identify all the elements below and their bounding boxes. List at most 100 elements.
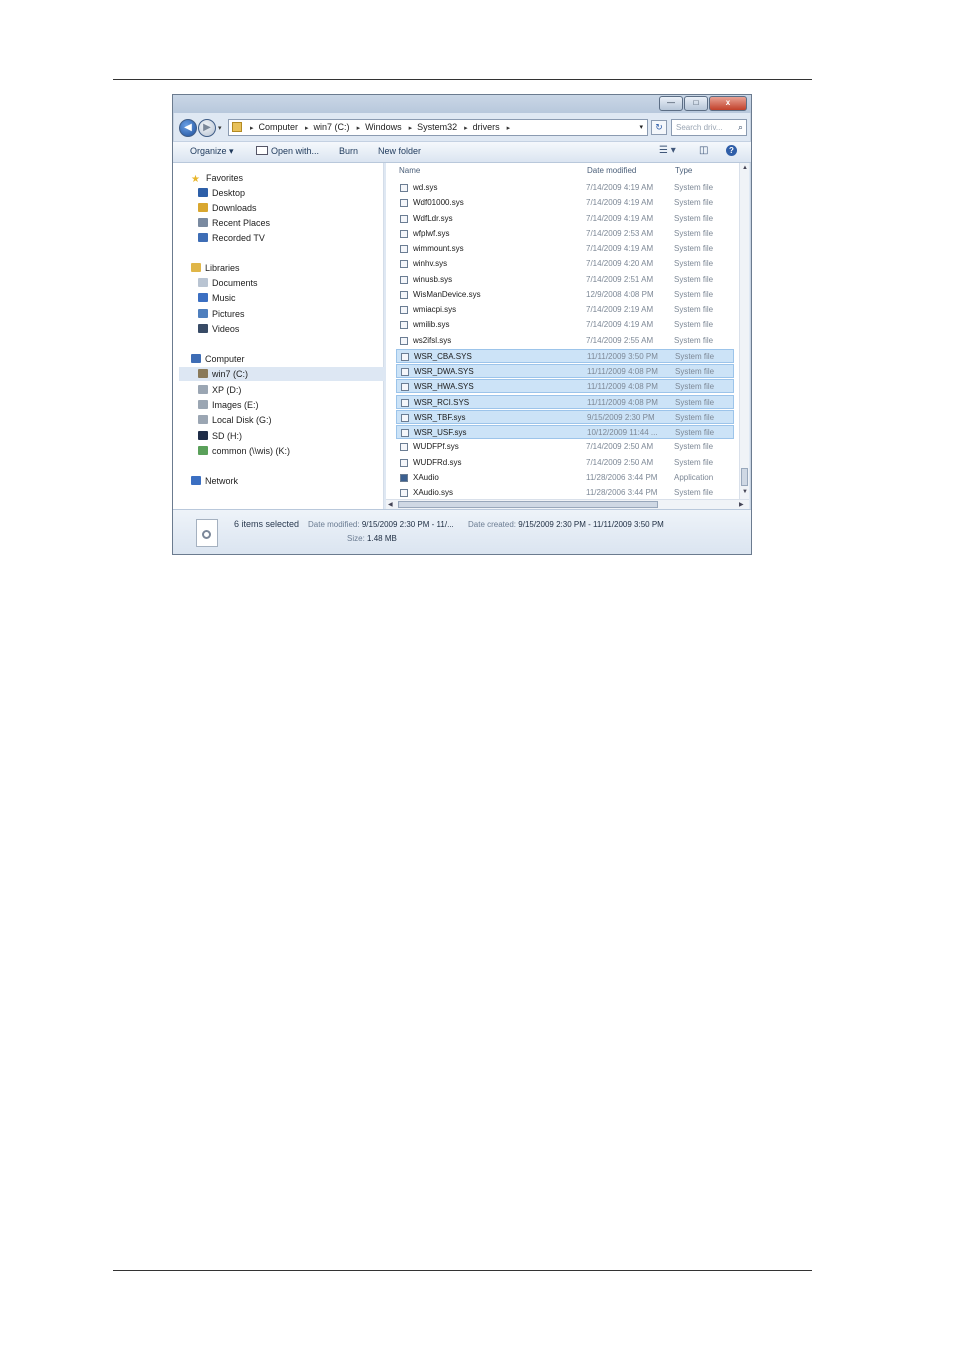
sidebar-item[interactable]: SD (H:) — [198, 429, 242, 443]
breadcrumb-computer[interactable]: Computer — [259, 122, 299, 132]
sidebar-item[interactable]: Videos — [198, 322, 239, 336]
sidebar-item[interactable]: Libraries — [191, 261, 240, 275]
burn-button[interactable]: Burn — [339, 146, 358, 156]
file-type: System file — [674, 320, 714, 330]
breadcrumb-separator-icon[interactable]: ▸ — [464, 125, 468, 132]
system-file-icon — [400, 199, 408, 208]
breadcrumb-system32[interactable]: System32 — [417, 122, 457, 132]
preview-pane-icon[interactable]: ◫ — [699, 145, 708, 156]
libraries-icon — [191, 263, 201, 272]
file-date-modified: 7/14/2009 2:19 AM — [586, 305, 654, 314]
sidebar-item-label: Downloads — [212, 203, 257, 213]
minimize-button[interactable]: — — [659, 96, 683, 111]
file-row[interactable]: ws2ifsl.sys 7/14/2009 2:55 AM System file — [396, 334, 734, 348]
new-folder-button[interactable]: New folder — [378, 146, 421, 156]
file-row[interactable]: WisManDevice.sys 12/9/2008 4:08 PM System … — [396, 288, 734, 302]
file-row[interactable]: WdfLdr.sys 7/14/2009 4:19 AM System file — [396, 212, 734, 226]
search-input[interactable]: Search driv... ⌕ — [671, 119, 747, 136]
breadcrumb-separator-icon[interactable]: ▸ — [250, 125, 254, 132]
change-view-icon[interactable]: ☰ ▾ — [659, 145, 676, 156]
sidebar-item[interactable]: Network — [191, 474, 238, 488]
address-bar[interactable]: ▸ Computer ▸ win7 (C:) ▸ Windows ▸ System32 ▸ dri… — [228, 119, 648, 136]
sidebar-item[interactable]: Recorded TV — [198, 231, 265, 245]
recent-pages-dropdown-icon[interactable]: ▾ — [218, 124, 222, 132]
file-row[interactable]: wmiacpi.sys 7/14/2009 2:19 AM System file — [396, 303, 734, 317]
file-row[interactable]: XAudio 11/28/2006 3:44 PM Application — [396, 471, 734, 485]
file-row[interactable]: WUDFRd.sys 7/14/2009 2:50 AM System file — [396, 456, 734, 470]
sidebar-item[interactable]: common (\\wis) (K:) — [198, 444, 290, 458]
file-row[interactable]: Wdf01000.sys 7/14/2009 4:19 AM System file — [396, 196, 734, 210]
system-file-icon — [401, 383, 409, 392]
organize-button[interactable]: Organize ▾ — [190, 146, 234, 157]
sidebar-item[interactable]: Recent Places — [198, 216, 270, 230]
file-row[interactable]: wfplwf.sys 7/14/2009 2:53 AM System file — [396, 227, 734, 241]
file-row[interactable]: wimmount.sys 7/14/2009 4:19 AM System file — [396, 242, 734, 256]
date-modified-value: 9/15/2009 2:30 PM - 11/... — [361, 520, 454, 529]
file-row[interactable]: WSR_CBA.SYS 11/11/2009 3:50 PM System file — [396, 348, 734, 363]
file-type: System file — [674, 259, 714, 269]
sidebar-item[interactable]: Desktop — [198, 186, 245, 200]
column-header-type[interactable]: Type — [675, 166, 692, 175]
refresh-button[interactable]: ↻ — [651, 120, 667, 135]
file-type: Application — [674, 472, 714, 482]
horizontal-scroll-thumb[interactable] — [398, 501, 658, 508]
breadcrumb-win7[interactable]: win7 (C:) — [314, 122, 350, 132]
sidebar-item[interactable]: Images (E:) — [198, 398, 259, 412]
horizontal-scrollbar[interactable]: ◀ ▶ — [386, 499, 749, 509]
file-row[interactable]: winhv.sys 7/14/2009 4:20 AM System file — [396, 257, 734, 271]
downloads-folder-icon — [198, 203, 208, 212]
sidebar-item[interactable]: Computer — [191, 352, 245, 366]
file-row[interactable]: WSR_RCI.SYS 11/11/2009 4:08 PM System file — [396, 394, 734, 409]
file-row[interactable]: WSR_TBF.sys 9/15/2009 2:30 PM System file — [396, 409, 734, 424]
sidebar-item[interactable]: Music — [198, 291, 236, 305]
file-row[interactable]: WUDFPf.sys 7/14/2009 2:50 AM System file — [396, 440, 734, 454]
scroll-up-icon[interactable]: ▲ — [742, 165, 748, 171]
sidebar-item[interactable]: Documents — [198, 276, 258, 290]
address-dropdown-icon[interactable]: ▾ — [639, 120, 643, 135]
sidebar-item[interactable]: win7 (C:) — [179, 367, 403, 381]
system-file-icon — [400, 321, 408, 330]
column-header-date-modified[interactable]: Date modified — [587, 166, 636, 175]
file-row[interactable]: WSR_DWA.SYS 11/11/2009 4:08 PM System file — [396, 364, 734, 378]
file-date-modified: 7/14/2009 2:50 AM — [586, 457, 654, 467]
sidebar-item[interactable]: XP (D:) — [198, 383, 241, 397]
breadcrumb-separator-icon[interactable]: ▸ — [507, 125, 511, 132]
sidebar-item[interactable]: Downloads — [198, 201, 257, 215]
vertical-scroll-thumb[interactable] — [741, 468, 748, 486]
search-icon[interactable]: ⌕ — [738, 120, 743, 135]
file-row[interactable]: winusb.sys 7/14/2009 2:51 AM System file — [396, 273, 734, 287]
breadcrumb-separator-icon[interactable]: ▸ — [409, 125, 413, 132]
search-placeholder: Search driv... — [676, 123, 723, 132]
file-row[interactable]: wmilib.sys 7/14/2009 4:19 AM System file — [396, 318, 734, 332]
file-row[interactable]: WSR_HWA.SYS 11/11/2009 4:08 PM System file — [396, 379, 734, 394]
sidebar-item-label: Computer — [205, 354, 245, 364]
file-date-modified: 7/14/2009 2:50 AM — [586, 442, 654, 452]
breadcrumb-separator-icon[interactable]: ▸ — [357, 125, 361, 132]
file-row[interactable]: wd.sys 7/14/2009 4:19 AM System file — [396, 181, 734, 195]
sidebar-item-label: win7 (C:) — [212, 369, 249, 379]
breadcrumb-windows[interactable]: Windows — [365, 122, 402, 132]
close-button[interactable]: x — [709, 96, 747, 111]
sidebar-item-label: Desktop — [212, 188, 246, 198]
back-button[interactable]: ◀ — [179, 119, 197, 137]
column-header-name[interactable]: Name — [399, 166, 420, 175]
scroll-left-icon[interactable]: ◀ — [388, 501, 393, 508]
file-row[interactable]: XAudio.sys 11/28/2006 3:44 PM System file — [396, 486, 734, 499]
explorer-window: — □ x ◀ ▶ ▾ ▸ Computer ▸ win7 (C:) ▸ Windows ▸… — [172, 94, 752, 555]
scroll-right-icon[interactable]: ▶ — [739, 501, 744, 508]
help-icon[interactable]: ? — [726, 145, 737, 156]
forward-button[interactable]: ▶ — [198, 119, 216, 137]
file-type: System file — [674, 274, 714, 284]
file-row[interactable]: WSR_USF.sys 10/12/2009 11:44 ... System fi… — [396, 425, 734, 439]
sidebar-item[interactable]: Pictures — [198, 307, 245, 321]
scroll-down-icon[interactable]: ▼ — [742, 489, 748, 495]
sidebar-item[interactable]: Local Disk (G:) — [198, 413, 272, 427]
sidebar-item[interactable]: ★ Favorites — [191, 171, 243, 185]
vertical-scrollbar[interactable]: ▲ ▼ — [739, 163, 749, 499]
title-bar[interactable]: — □ x — [173, 95, 751, 113]
maximize-button[interactable]: □ — [684, 96, 708, 111]
breadcrumb-separator-icon[interactable]: ▸ — [305, 125, 309, 132]
window-controls: — □ x — [658, 96, 747, 111]
breadcrumb-drivers[interactable]: drivers — [473, 122, 500, 132]
open-with-button[interactable]: Open with... — [256, 146, 319, 156]
